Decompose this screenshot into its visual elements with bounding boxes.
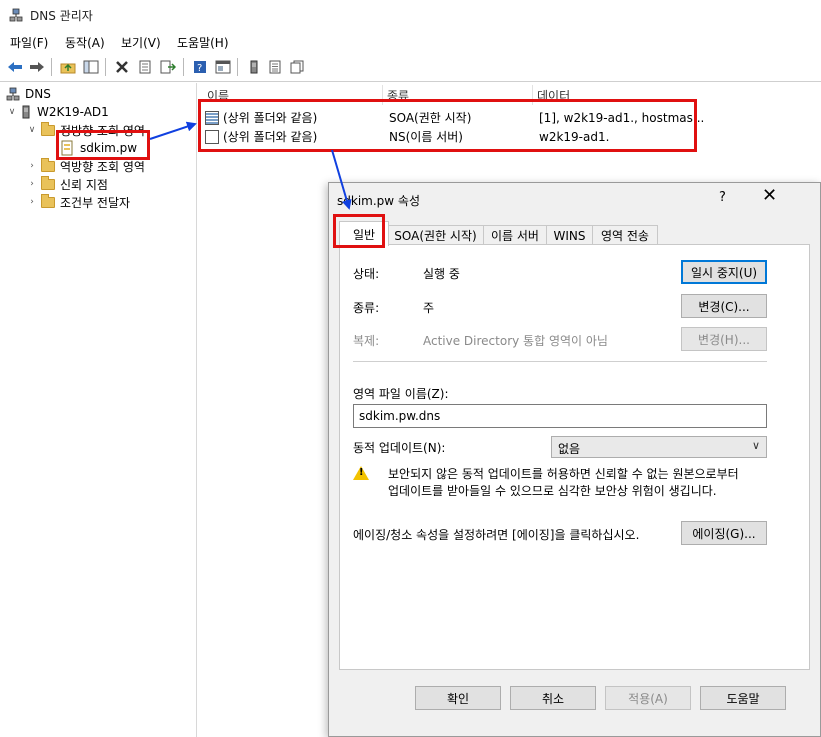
chevron-down-icon: ∨ [751,439,760,452]
tab-wins[interactable]: WINS [546,225,593,245]
menu-help[interactable]: 도움말(H) [177,34,229,51]
tab-soa[interactable]: SOA(권한 시작) [387,225,484,245]
folder-icon [41,121,55,136]
tree-label-conditional-forwarders: 조건부 전달자 [60,195,131,210]
folder-icon [41,157,55,172]
server-icon [22,105,30,119]
pause-button[interactable]: 일시 중지(U) [681,260,767,284]
chevron-down-icon[interactable]: ∨ [26,125,38,135]
apply-button[interactable]: 적용(A) [605,686,691,710]
back-icon[interactable] [4,56,26,78]
export-icon[interactable] [157,56,179,78]
type-value: 주 [423,301,435,315]
chevron-right-icon[interactable]: › [26,179,38,189]
tree-label-trust-points: 신뢰 지점 [60,177,108,192]
tree-item-server[interactable]: ∨ W2K19-AD1 [6,103,109,121]
forward-icon[interactable] [26,56,48,78]
server-icon[interactable] [243,56,265,78]
window-title: DNS 관리자 [30,9,93,23]
status-label: 상태: [353,267,380,281]
tree-item-conditional-forwarders[interactable]: › 조건부 전달자 [26,193,130,211]
help-icon[interactable]: ? [189,56,211,78]
svg-text:?: ? [197,63,202,74]
change-replication-button[interactable]: 변경(H)... [681,327,767,351]
section-divider [353,361,767,362]
general-tab-panel: 상태: 실행 중 일시 중지(U) 종류: 주 변경(C)... 복제: Act… [339,244,810,670]
zone-properties-dialog: sdkim.pw 속성 ? ✕ 일반 SOA(권한 시작) 이름 서버 WINS… [328,182,821,737]
change-type-button[interactable]: 변경(C)... [681,294,767,318]
tab-name-servers[interactable]: 이름 서버 [483,225,547,245]
menu-file[interactable]: 파일(F) [10,34,48,51]
folder-icon [41,175,55,190]
chevron-right-icon[interactable]: › [26,161,38,171]
dynamic-update-value: 없음 [558,442,581,456]
tree-label-reverse-zones: 역방향 조회 영역 [60,159,145,174]
aging-text: 에이징/청소 속성을 설정하려면 [에이징]을 클릭하십시오. [353,528,640,542]
console-tree: DNS ∨ W2K19-AD1 ∨ 정방향 조회 영역 sdkim.pw › 역… [0,83,197,737]
close-icon[interactable]: ✕ [762,187,777,205]
tree-item-dns[interactable]: DNS [6,85,51,103]
list-icon[interactable] [264,56,286,78]
copy-icon[interactable] [286,56,308,78]
menu-view[interactable]: 보기(V) [121,34,161,51]
ok-button[interactable]: 확인 [415,686,501,710]
tree-item-trust-points[interactable]: › 신뢰 지점 [26,175,108,193]
dynamic-update-label: 동적 업데이트(N): [353,441,446,455]
help-icon[interactable]: ? [719,190,726,205]
help-button[interactable]: 도움말 [700,686,786,710]
chevron-right-icon[interactable]: › [26,197,38,207]
toolbar: ? [0,52,821,82]
warning-text-line2: 업데이트를 받아들일 수 있으므로 심각한 보안상 위험이 생깁니다. [388,484,717,498]
menu-bar: 파일(F) 동작(A) 보기(V) 도움말(H) [0,30,821,52]
cancel-button[interactable]: 취소 [510,686,596,710]
dialog-title: sdkim.pw 속성 [337,194,420,208]
annotation-box-records [198,99,697,152]
show-hide-tree-icon[interactable] [80,56,102,78]
dns-icon [6,87,20,101]
status-value: 실행 중 [423,267,460,281]
replication-label: 복제: [353,334,380,348]
replication-value: Active Directory 통합 영역이 아님 [423,334,608,348]
console-icon[interactable] [212,56,234,78]
tab-zone-transfers[interactable]: 영역 전송 [592,225,658,245]
annotation-box-general-tab [333,214,385,248]
chevron-down-icon[interactable]: ∨ [6,107,18,117]
tree-label-dns: DNS [25,87,51,101]
annotation-box-zone [56,130,150,160]
warning-text-line1: 보안되지 않은 동적 업데이트를 허용하면 신뢰할 수 없는 원본으로부터 [388,467,739,481]
title-bar: DNS 관리자 [0,0,821,30]
dns-app-icon [9,8,23,22]
zone-file-input[interactable]: sdkim.pw.dns [353,404,767,428]
dynamic-update-select[interactable]: 없음 ∨ [551,436,767,458]
aging-button[interactable]: 에이징(G)... [681,521,767,545]
up-folder-icon[interactable] [57,56,79,78]
warning-icon [353,466,369,480]
tree-label-server: W2K19-AD1 [37,105,109,119]
type-label: 종류: [353,301,380,315]
menu-action[interactable]: 동작(A) [65,34,105,51]
folder-icon [41,193,55,208]
delete-icon[interactable] [111,56,133,78]
properties-icon[interactable] [134,56,156,78]
zone-file-label: 영역 파일 이름(Z): [353,387,449,401]
